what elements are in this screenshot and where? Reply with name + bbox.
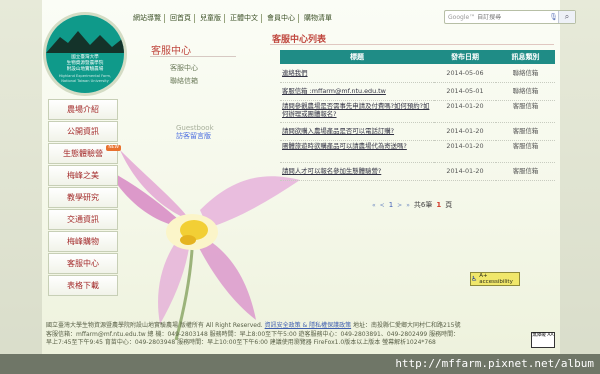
page-margin-right	[560, 0, 600, 374]
current-page: 1	[436, 201, 442, 209]
table-row: 連絡我們 2014-05-06 聯絡信箱	[280, 64, 555, 83]
row-category: 聯絡信箱	[496, 82, 555, 101]
total-count: 共6筆	[413, 201, 433, 209]
footer-line-2: 客服信箱：mffarm@mf.ntu.edu.tw 總 機：049-280314…	[46, 330, 460, 338]
prev-page-button[interactable]: <	[380, 202, 385, 209]
row-category: 客服信箱	[496, 162, 555, 181]
subpanel-title: 客服中心	[151, 46, 191, 57]
sidemenu-shopping[interactable]: 梅峰購物	[48, 231, 118, 252]
pagination: « < 1 > » 共6筆 1 頁	[372, 200, 452, 210]
top-nav: 網站導覽 回首頁 兒童版 正體中文 會員中心 購物清單	[130, 12, 335, 24]
nav-traditional-chinese[interactable]: 正體中文	[227, 13, 262, 23]
content-title-divider	[270, 44, 554, 45]
row-title-link[interactable]: 請問人才可以報名參加生態體驗營?	[280, 162, 434, 181]
row-category: 客服信箱	[496, 100, 555, 123]
row-title-link[interactable]: 客服信箱 :mffarm@mf.ntu.edu.tw	[280, 82, 434, 101]
footer-address: 地址：南投縣仁愛鄉大同村仁和路215號	[353, 322, 461, 329]
table-row: 團體旅遊時欲購產品可以請農場代為寄送嗎? 2014-01-20 客服信箱	[280, 140, 555, 163]
sidemenu-meifeng-beauty[interactable]: 梅峰之美	[48, 165, 118, 186]
row-category: 聯絡信箱	[496, 64, 555, 83]
row-date: 2014-01-20	[434, 140, 496, 163]
sidemenu-transport[interactable]: 交通資訊	[48, 209, 118, 230]
sidemenu-public-info[interactable]: 公開資訊	[48, 121, 118, 142]
row-date: 2014-05-06	[434, 64, 496, 83]
nav-sitemap[interactable]: 網站導覽	[130, 13, 165, 23]
nav-home[interactable]: 回首頁	[167, 13, 195, 23]
row-title-link[interactable]: 連絡我們	[280, 64, 434, 83]
guestbook-zh: 訪客留言版	[176, 132, 211, 140]
new-badge: NEW	[106, 145, 121, 151]
next-page-button[interactable]: >	[397, 202, 402, 209]
watermark-url: http://mffarm.pixnet.net/album	[0, 354, 600, 374]
row-title-link[interactable]: 團體旅遊時欲購產品可以請農場代為寄送嗎?	[280, 140, 434, 163]
header-date: 發布日期	[434, 50, 496, 64]
page-number-link[interactable]: 1	[389, 201, 393, 209]
row-date: 2014-01-20	[434, 100, 496, 123]
footer: 國立臺灣大學生物資源暨農學院附設山地實驗農場 版權所有 All Right Re…	[42, 322, 560, 354]
nav-kids[interactable]: 兒童版	[197, 13, 225, 23]
sidemenu-customer-service[interactable]: 客服中心	[48, 253, 118, 274]
footer-line-3: 早上7:45至下午9:45 育苗中心：049-2803948 服務時間：早上10…	[46, 339, 436, 346]
subpanel-divider	[150, 56, 236, 57]
guestbook-link[interactable]: Guestbook 訪客留言版	[176, 124, 214, 140]
first-page-button[interactable]: «	[372, 202, 376, 209]
header-title: 標題	[280, 50, 434, 64]
row-title-link[interactable]: 請問欲購入農場產品是否可以電話訂購?	[280, 122, 434, 141]
logo-subtitle: Highland Experimental Farm, National Tai…	[58, 74, 112, 83]
google-label: Google™	[448, 13, 476, 21]
row-title-link[interactable]: 請問參觀農場是否需事先申請及付費嗎?如何預約?如何辦理或團體報名?	[280, 100, 434, 123]
accessibility-badge[interactable]: ♿ A+ accessibility	[470, 272, 520, 286]
accessibility-label: A+ accessibility	[479, 273, 513, 285]
table-row: 請問參觀農場是否需事先申請及付費嗎?如何預約?如何辦理或團體報名? 2014-0…	[280, 100, 555, 123]
page-suffix: 頁	[445, 201, 453, 209]
sidemenu-farm-intro[interactable]: 農場介紹	[48, 99, 118, 120]
footer-privacy-link[interactable]: 資訊安全政策 & 隱私權保護政策	[265, 322, 352, 329]
last-page-button[interactable]: »	[406, 202, 410, 209]
row-date: 2014-05-01	[434, 82, 496, 101]
nav-shopping-list[interactable]: 購物清單	[301, 14, 335, 23]
header-category: 訊息類別	[496, 50, 555, 64]
search-icon[interactable]: ⌕	[558, 11, 575, 23]
microphone-icon[interactable]: 🎙	[549, 13, 558, 21]
row-category: 客服信箱	[496, 122, 555, 141]
row-date: 2014-01-20	[434, 162, 496, 181]
table-row: 客服信箱 :mffarm@mf.ntu.edu.tw 2014-05-01 聯絡…	[280, 82, 555, 101]
footer-line-1: 國立臺灣大學生物資源暨農學院附設山地實驗農場 版權所有 All Right Re…	[46, 322, 560, 331]
sublink-contact-mailbox[interactable]: 聯絡信箱	[170, 76, 198, 86]
row-date: 2014-01-20	[434, 122, 496, 141]
side-menu: 農場介紹 公開資訊 生態體驗營 NEW 梅峰之美 教學研究 交通資訊 梅峰購物 …	[48, 99, 121, 297]
sidemenu-form-download[interactable]: 表格下載	[48, 275, 118, 296]
sidemenu-teaching-research[interactable]: 教學研究	[48, 187, 118, 208]
table-row: 請問欲購入農場產品是否可以電話訂購? 2014-01-20 客服信箱	[280, 122, 555, 141]
sidemenu-eco-camp[interactable]: 生態體驗營 NEW	[48, 143, 121, 164]
guestbook-en: Guestbook	[176, 124, 214, 132]
page-margin-left	[0, 0, 42, 374]
footer-copyright: 國立臺灣大學生物資源暨農學院附設山地實驗農場 版權所有 All Right Re…	[46, 322, 263, 329]
farm-logo[interactable]: 國立臺灣大學 生物資源暨農學院 附設山地實驗農場 Highland Experi…	[43, 12, 127, 96]
nav-member-center[interactable]: 會員中心	[264, 13, 299, 23]
sublink-customer-service[interactable]: 客服中心	[170, 63, 198, 73]
row-category: 客服信箱	[496, 140, 555, 163]
google-search-box: Google™ 🎙 ⌕	[444, 10, 576, 24]
service-list-table: 標題 發布日期 訊息類別 連絡我們 2014-05-06 聯絡信箱 客服信箱 :…	[280, 50, 555, 181]
table-header-row: 標題 發布日期 訊息類別	[280, 50, 555, 64]
search-input[interactable]	[477, 13, 548, 21]
table-row: 請問人才可以報名參加生態體驗營? 2014-01-20 客服信箱	[280, 162, 555, 181]
mountain-icon	[46, 31, 124, 53]
content-panel: 客服中心列表 標題 發布日期 訊息類別 連絡我們 2014-05-06 聯絡信箱…	[266, 28, 560, 228]
sidemenu-eco-camp-label: 生態體驗營	[63, 149, 103, 158]
logo-title: 國立臺灣大學 生物資源暨農學院 附設山地實驗農場	[66, 55, 104, 72]
wheelchair-icon: ♿	[471, 275, 478, 283]
